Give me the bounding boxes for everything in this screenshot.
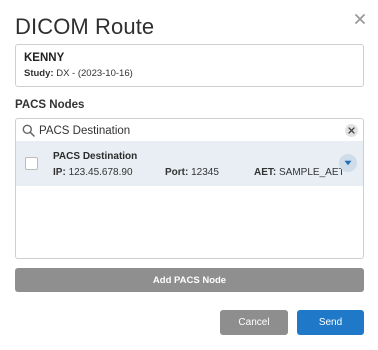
- add-pacs-node-button[interactable]: Add PACS Node: [15, 268, 364, 292]
- node-aet-value: SAMPLE_AET: [279, 167, 345, 178]
- study-value: DX - (2023-10-16): [56, 68, 133, 79]
- node-ip-value: 123.45.678.90: [68, 167, 133, 178]
- pacs-search-input[interactable]: [39, 122, 339, 139]
- node-ip-label: IP:: [53, 167, 66, 178]
- cancel-button[interactable]: Cancel: [220, 310, 288, 335]
- pacs-nodes-label: PACS Nodes: [15, 99, 85, 111]
- pacs-node-list: PACS Destination IP: 123.45.678.90 Port:…: [15, 141, 364, 259]
- pacs-node-row[interactable]: PACS Destination IP: 123.45.678.90 Port:…: [16, 141, 363, 186]
- node-ip: IP: 123.45.678.90: [53, 167, 133, 178]
- node-checkbox[interactable]: [25, 157, 38, 170]
- node-aet-label: AET:: [254, 167, 277, 178]
- patient-name: KENNY: [24, 52, 65, 64]
- dialog-title: DICOM Route: [15, 14, 155, 39]
- node-port: Port: 12345: [165, 167, 219, 178]
- study-label: Study:: [24, 68, 54, 79]
- node-aet: AET: SAMPLE_AET: [254, 167, 345, 178]
- study-info: Study: DX - (2023-10-16): [24, 67, 355, 81]
- pacs-search-box: [15, 118, 364, 142]
- node-name: PACS Destination: [53, 151, 138, 162]
- chevron-down-icon: [344, 160, 352, 166]
- node-expand-button[interactable]: [339, 154, 357, 172]
- dicom-route-dialog: DICOM Route KENNY Study: DX - (2023-10-1…: [0, 0, 378, 350]
- search-icon: [22, 124, 35, 137]
- send-button[interactable]: Send: [297, 310, 364, 335]
- close-icon: [355, 14, 365, 24]
- node-port-value: 12345: [191, 167, 219, 178]
- clear-icon: [348, 127, 355, 134]
- clear-search-button[interactable]: [345, 124, 358, 137]
- close-button[interactable]: [349, 8, 371, 30]
- node-port-label: Port:: [165, 167, 189, 178]
- patient-card: KENNY Study: DX - (2023-10-16): [15, 44, 364, 87]
